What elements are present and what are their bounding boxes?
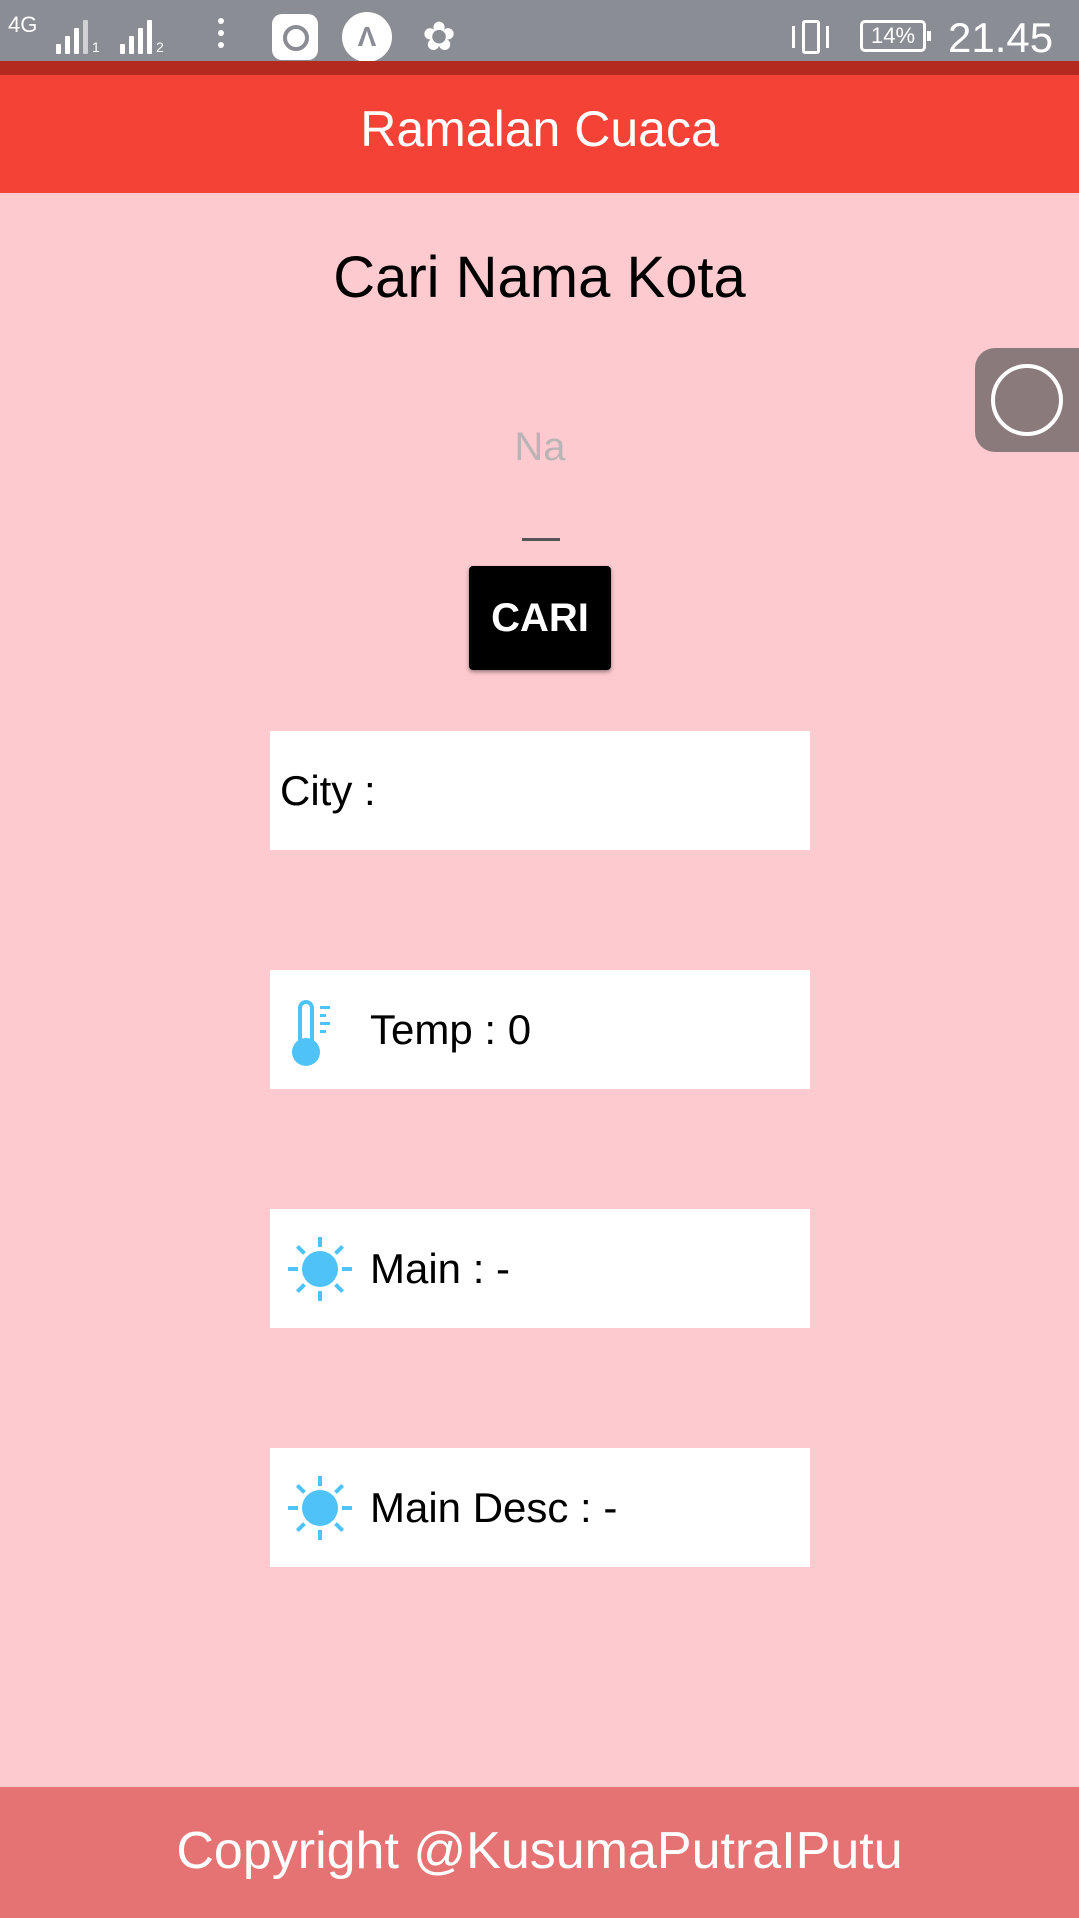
sun-ray [342,1506,352,1510]
search-button[interactable]: CARI [469,566,611,670]
page-heading: Cari Nama Kota [333,245,746,310]
uc-browser-icon: ✿ [422,15,456,59]
status-time: 21.45 [948,14,1054,61]
main-desc-card: Main Desc : - [270,1448,810,1567]
sim2-label: 2 [156,39,164,55]
circle-icon [991,364,1063,436]
sun-ray [295,1283,306,1294]
signal-sim1-icon: 1 [56,18,100,54]
status-bar-strip [0,61,1079,75]
more-notifications-icon [218,18,226,54]
network-type-label: 4G [8,12,38,37]
app-bar-title: Ramalan Cuaca [0,75,1079,193]
city-label: City : [280,766,376,814]
arc-app-icon: Λ [342,12,392,62]
city-search-input[interactable] [490,412,590,482]
sun-ray [288,1267,298,1271]
sun-ray [295,1483,306,1494]
sun-ray [334,1483,345,1494]
sun-ray [342,1267,352,1271]
signal-sim2-icon: 2 [120,18,164,54]
sun-ray [288,1506,298,1510]
sun-ray [318,1530,322,1540]
city-card: City : [270,731,810,850]
sun-ray [318,1476,322,1486]
vibrate-icon [792,18,832,58]
footer-copyright: Copyright @KusumaPutraIPutu [0,1787,1079,1918]
sun-ray [318,1237,322,1247]
sun-ray [334,1522,345,1533]
sun-ray [334,1244,345,1255]
battery-indicator: 14% [860,20,931,52]
sun-ray [295,1244,306,1255]
thermometer-icon [270,970,370,1089]
floating-assistive-button[interactable] [975,348,1079,452]
main-label: Main : - [370,1244,511,1292]
sun-icon [270,1209,370,1328]
temp-label: Temp : 0 [370,1005,532,1053]
temp-card: Temp : 0 [270,970,810,1089]
sun-ray [318,1291,322,1301]
app-notification-icon [272,14,318,60]
sun-ray [295,1522,306,1533]
main-card: Main : - [270,1209,810,1328]
sun-ray [334,1283,345,1294]
status-bar: 4G 1 2 Λ ✿ 14% 21.45 [0,0,1079,75]
sim1-label: 1 [92,39,100,55]
main-desc-label: Main Desc : - [370,1483,618,1531]
input-underline [522,538,560,541]
sun-icon [270,1448,370,1567]
